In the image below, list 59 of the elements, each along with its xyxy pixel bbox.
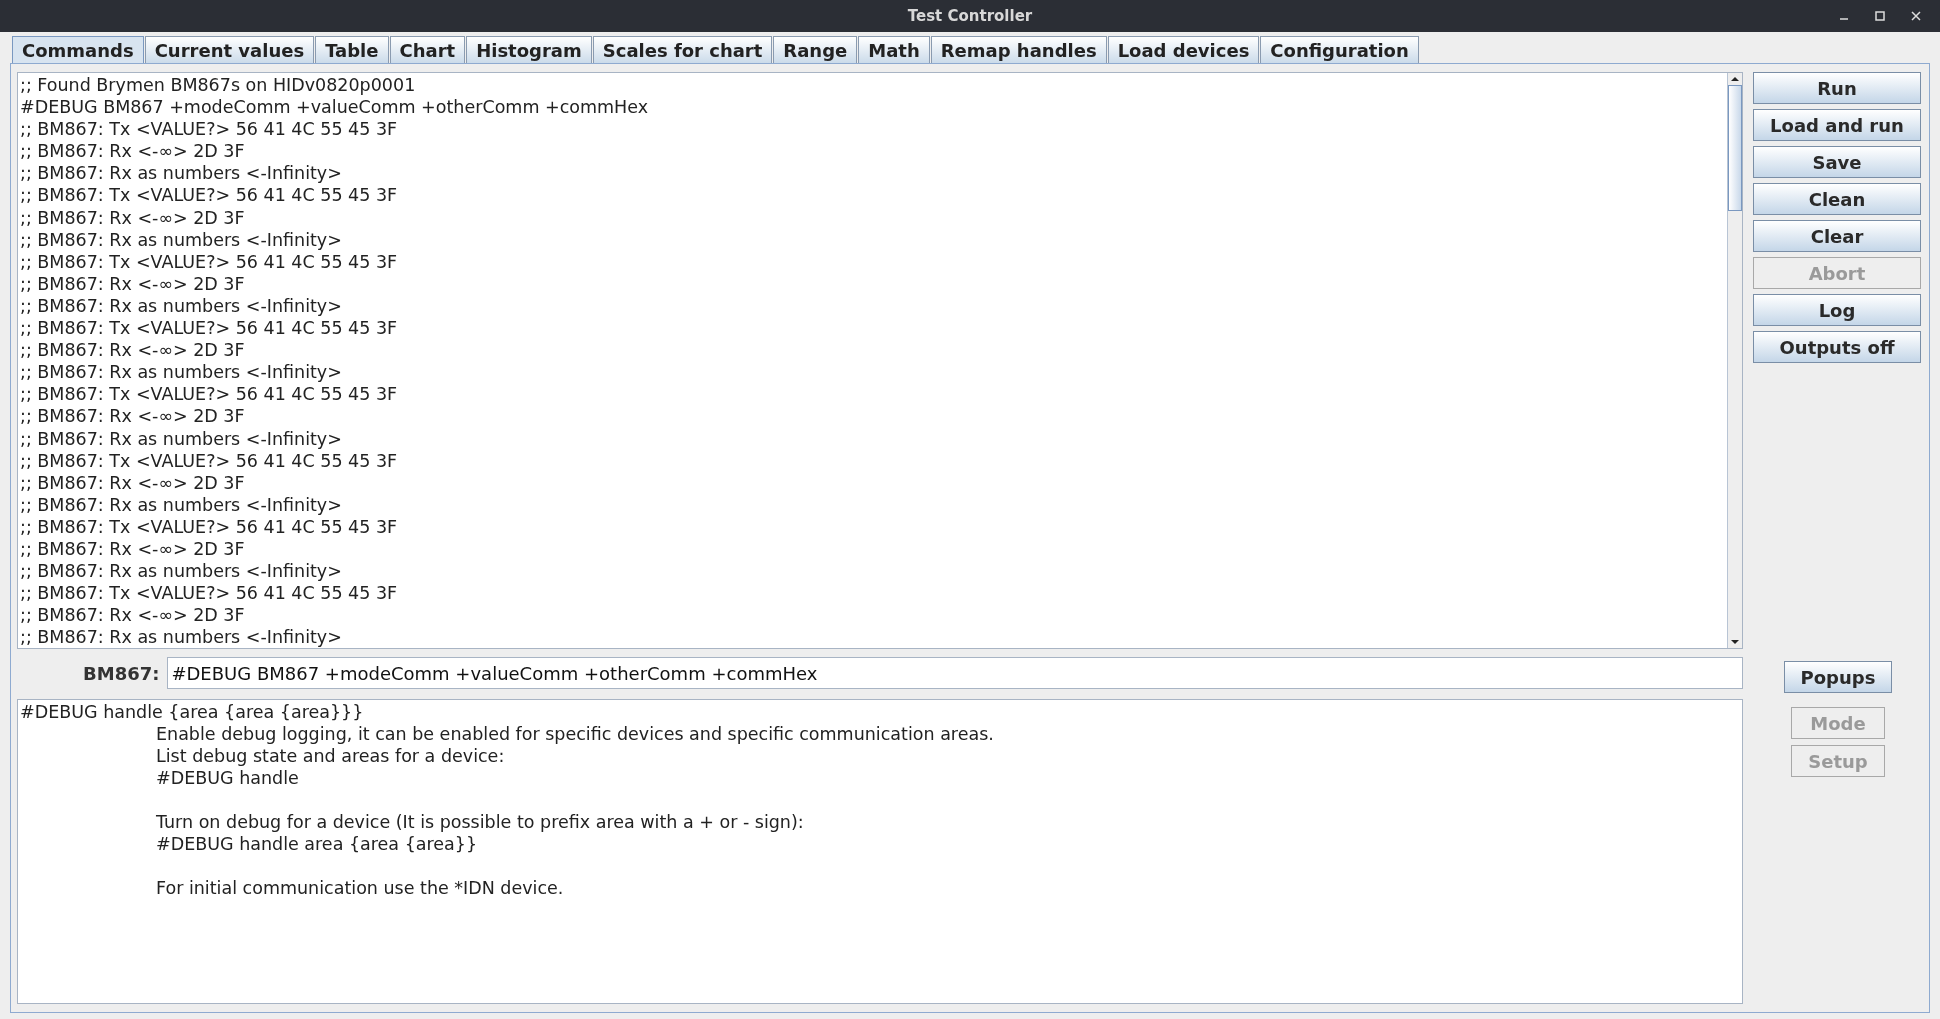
log-line: ;; BM867: Tx <VALUE?> 56 41 4C 55 45 3F [20,184,399,207]
action-button[interactable]: Outputs off [1753,331,1921,363]
log-line: ;; BM867: Tx <VALUE?> 56 41 4C 55 45 3F [20,449,399,472]
window-title: Test Controller [907,7,1033,25]
log-line: ;; BM867: Tx <VALUE?> 56 41 4C 55 45 3F [20,250,399,273]
tab[interactable]: Range [773,36,858,63]
log-line: ;; Found Brymen BM867s on HIDv0820p0001 [20,74,417,97]
action-button[interactable]: Clean [1753,183,1921,215]
tab[interactable]: Configuration [1260,36,1419,63]
log-line: ;; BM867: Tx <VALUE?> 56 41 4C 55 45 3F [20,317,399,340]
action-button[interactable]: Log [1753,294,1921,326]
log-line: ;; BM867: Rx as numbers <-Infinity> [20,626,343,648]
log-line: ;; BM867: Tx <VALUE?> 56 41 4C 55 45 3F [20,582,399,605]
action-button[interactable]: Load and run [1753,109,1921,141]
device-button[interactable]: Popups [1784,661,1892,693]
help-syntax: #DEBUG handle {area {area {area}}} [20,701,365,723]
action-button[interactable]: Run [1753,72,1921,104]
log-line: ;; BM867: Tx <VALUE?> 56 41 4C 55 45 3F [20,383,399,406]
command-field[interactable]: #DEBUG BM867 +modeComm +valueComm +otherComm +commHex [167,657,1743,689]
help-line: Turn on debug for a device (It is possible to prefix area with a + or - sign): [155,811,805,833]
tab[interactable]: Remap handles [930,36,1107,63]
tab[interactable]: Current values [144,36,315,63]
action-button[interactable]: Save [1753,146,1921,178]
tab[interactable]: Histogram [466,36,592,63]
log-line: ;; BM867: Rx as numbers <-Infinity> [20,361,343,384]
tab[interactable]: Load devices [1107,36,1260,63]
help-line: Enable debug logging, it can be enabled for specific devices and specific communication areas. [155,723,995,745]
log-line: ;; BM867: Rx as numbers <-Infinity> [20,162,343,185]
help-line: #DEBUG handle area {area {area}} [155,833,479,855]
scroll-thumb[interactable] [1728,85,1742,211]
log-line: ;; BM867: Tx <VALUE?> 56 41 4C 55 45 3F [20,515,399,538]
log-line: ;; BM867: Rx <-∞> 2D 3F [20,604,246,627]
log-line: ;; BM867: Rx as numbers <-Infinity> [20,228,343,251]
log-line: ;; BM867: Rx <-∞> 2D 3F [20,140,246,163]
scrollbar[interactable] [1727,73,1742,648]
log-line: ;; BM867: Rx as numbers <-Infinity> [20,427,343,450]
tab[interactable]: Table [315,36,389,63]
log-line: ;; BM867: Rx as numbers <-Infinity> [20,294,343,318]
log-line: ;; BM867: Rx as numbers <-Infinity> [20,560,343,583]
log-line: ;; BM867: Rx <-∞> 2D 3F [20,272,246,295]
log-line: #DEBUG BM867 +modeComm +valueComm +otherComm +commHex [20,96,650,119]
log-line: ;; BM867: Rx <-∞> 2D 3F [20,471,246,494]
log-line: ;; BM867: Rx <-∞> 2D 3F [20,206,246,229]
tab[interactable]: Scales for chart [592,36,773,63]
tab[interactable]: Commands [12,36,144,63]
tab[interactable]: Chart [389,36,466,63]
log-line: ;; BM867: Rx <-∞> 2D 3F [20,405,246,428]
help-line: List debug state and areas for a device: [155,745,506,767]
device-label: BM867: [83,662,160,684]
log-line: ;; BM867: Rx as numbers <-Infinity> [20,493,343,516]
log-line: ;; BM867: Rx <-∞> 2D 3F [20,339,246,362]
log-line: ;; BM867: Tx <VALUE?> 56 41 4C 55 45 3F [20,118,399,141]
help-line: #DEBUG handle [155,767,300,789]
action-button[interactable]: Clear [1753,220,1921,252]
close-icon[interactable] [1910,10,1922,22]
log-line: ;; BM867: Rx <-∞> 2D 3F [20,537,246,561]
maximize-icon[interactable] [1874,10,1886,22]
tab[interactable]: Math [858,36,930,63]
help-line: For initial communication use the *IDN device. [155,877,565,899]
